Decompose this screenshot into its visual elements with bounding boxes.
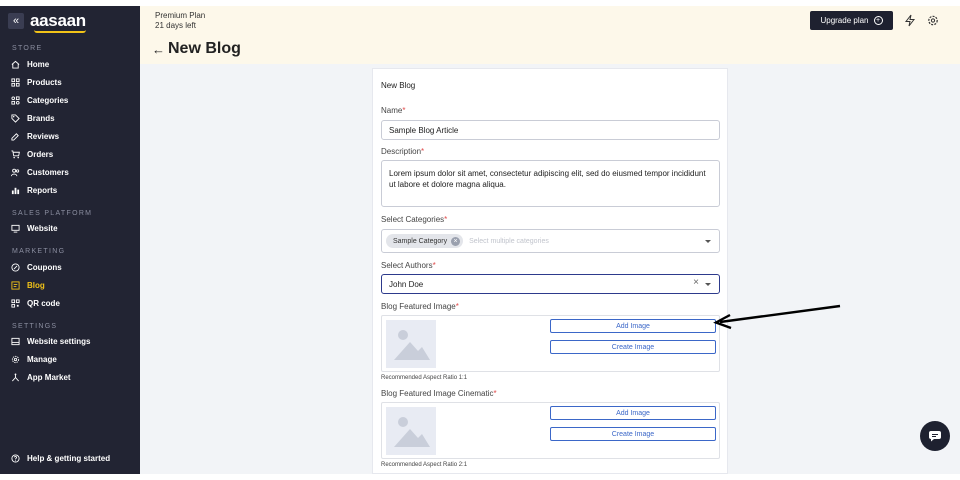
plan-name: Premium Plan (155, 11, 206, 20)
chart-icon (11, 187, 20, 194)
cinematic-image-label: Blog Featured Image Cinematic* (381, 389, 497, 398)
name-input[interactable]: Sample Blog Article (381, 120, 720, 140)
upgrade-plan-button[interactable]: Upgrade plan + (810, 11, 893, 30)
category-chip[interactable]: Sample Category × (386, 234, 464, 248)
sidebar-item-blog[interactable]: Blog (11, 279, 45, 291)
bolt-icon[interactable] (904, 14, 916, 27)
cinematic-image-hint: Recommended Aspect Ratio 2:1 (381, 462, 468, 468)
sidebar-item-qr-code[interactable]: QR code (11, 297, 60, 309)
featured-image-label: Blog Featured Image* (381, 302, 459, 311)
blog-icon (11, 280, 20, 290)
remove-chip-icon[interactable]: × (451, 236, 461, 246)
clear-icon[interactable]: × (693, 277, 699, 288)
sidebar-item-products[interactable]: Products (11, 76, 62, 88)
name-label: Name* (381, 106, 406, 115)
qr-icon (11, 298, 20, 308)
authors-select[interactable]: John Doe × (381, 274, 720, 294)
categories-label: Select Categories* (381, 215, 448, 224)
website-settings-icon (11, 337, 20, 345)
section-label-settings: SETTINGS (12, 323, 58, 330)
home-icon (11, 60, 20, 69)
tag-icon (11, 113, 20, 123)
add-image-button-cinematic[interactable]: Add Image (550, 406, 716, 420)
sidebar-item-brands[interactable]: Brands (11, 112, 55, 124)
featured-image-box: Add Image Create Image (381, 315, 720, 372)
create-image-button[interactable]: Create Image (550, 340, 716, 354)
sidebar-item-reports[interactable]: Reports (11, 184, 57, 196)
cinematic-image-box: Add Image Create Image (381, 402, 720, 459)
gear-icon (11, 355, 20, 363)
create-image-button-cinematic[interactable]: Create Image (550, 427, 716, 441)
cart-icon (11, 149, 20, 158)
collapse-sidebar-icon[interactable]: « (8, 13, 24, 29)
image-placeholder-icon (386, 407, 436, 455)
back-arrow-icon[interactable]: ← (152, 42, 165, 57)
categories-placeholder: Select multiple categories (469, 237, 549, 245)
sidebar-item-coupons[interactable]: Coupons (11, 261, 62, 273)
users-icon (11, 168, 20, 176)
app-root: « aasaan STORE Home Products Categories … (0, 0, 960, 480)
topbar: Premium Plan 21 days left ← New Blog Upg… (140, 6, 960, 64)
app-market-icon (12, 372, 19, 381)
authors-label: Select Authors* (381, 261, 436, 270)
chevron-down-icon[interactable] (705, 240, 711, 243)
main-content: New Blog Name* Sample Blog Article Descr… (140, 64, 960, 474)
help-icon (11, 453, 20, 463)
plus-circle-icon: + (873, 16, 883, 25)
sidebar-item-reviews[interactable]: Reviews (11, 130, 59, 142)
chat-icon (929, 431, 941, 442)
help-link[interactable]: Help & getting started (11, 452, 110, 464)
categories-select[interactable]: Sample Category × Select multiple catego… (381, 229, 720, 253)
description-label: Description* (381, 147, 425, 156)
monitor-icon (11, 224, 20, 233)
chat-button[interactable] (920, 421, 950, 451)
logo[interactable]: aasaan (30, 11, 86, 33)
sidebar-item-orders[interactable]: Orders (11, 148, 53, 160)
sidebar-item-manage[interactable]: Manage (11, 353, 57, 365)
chevron-down-icon[interactable] (705, 283, 711, 286)
sidebar: « aasaan STORE Home Products Categories … (0, 6, 140, 474)
section-label-sales-platform: SALES PLATFORM (12, 210, 93, 217)
image-placeholder-icon (386, 320, 436, 368)
new-blog-form: New Blog Name* Sample Blog Article Descr… (372, 68, 728, 474)
page-title: New Blog (168, 40, 241, 57)
sidebar-item-customers[interactable]: Customers (11, 166, 69, 178)
sidebar-item-website[interactable]: Website (11, 222, 58, 234)
gear-icon[interactable] (927, 14, 939, 27)
section-label-marketing: MARKETING (12, 248, 66, 255)
category-icon (11, 95, 20, 105)
description-textarea[interactable]: Lorem ipsum dolor sit amet, consectetur … (381, 160, 720, 207)
sidebar-item-app-market[interactable]: App Market (11, 371, 71, 383)
add-image-button[interactable]: Add Image (550, 319, 716, 333)
form-card-title: New Blog (381, 81, 416, 90)
sidebar-item-categories[interactable]: Categories (11, 94, 68, 106)
coupon-icon (11, 262, 20, 272)
sidebar-item-website-settings[interactable]: Website settings (11, 335, 90, 347)
review-icon (11, 132, 19, 141)
plan-days-left: 21 days left (155, 21, 196, 30)
section-label-store: STORE (12, 45, 43, 52)
sidebar-item-home[interactable]: Home (11, 58, 49, 70)
brand: « aasaan (8, 11, 86, 33)
grid-icon (11, 77, 20, 87)
annotation-arrow-icon (713, 304, 841, 330)
featured-image-hint: Recommended Aspect Ratio 1:1 (381, 375, 468, 381)
